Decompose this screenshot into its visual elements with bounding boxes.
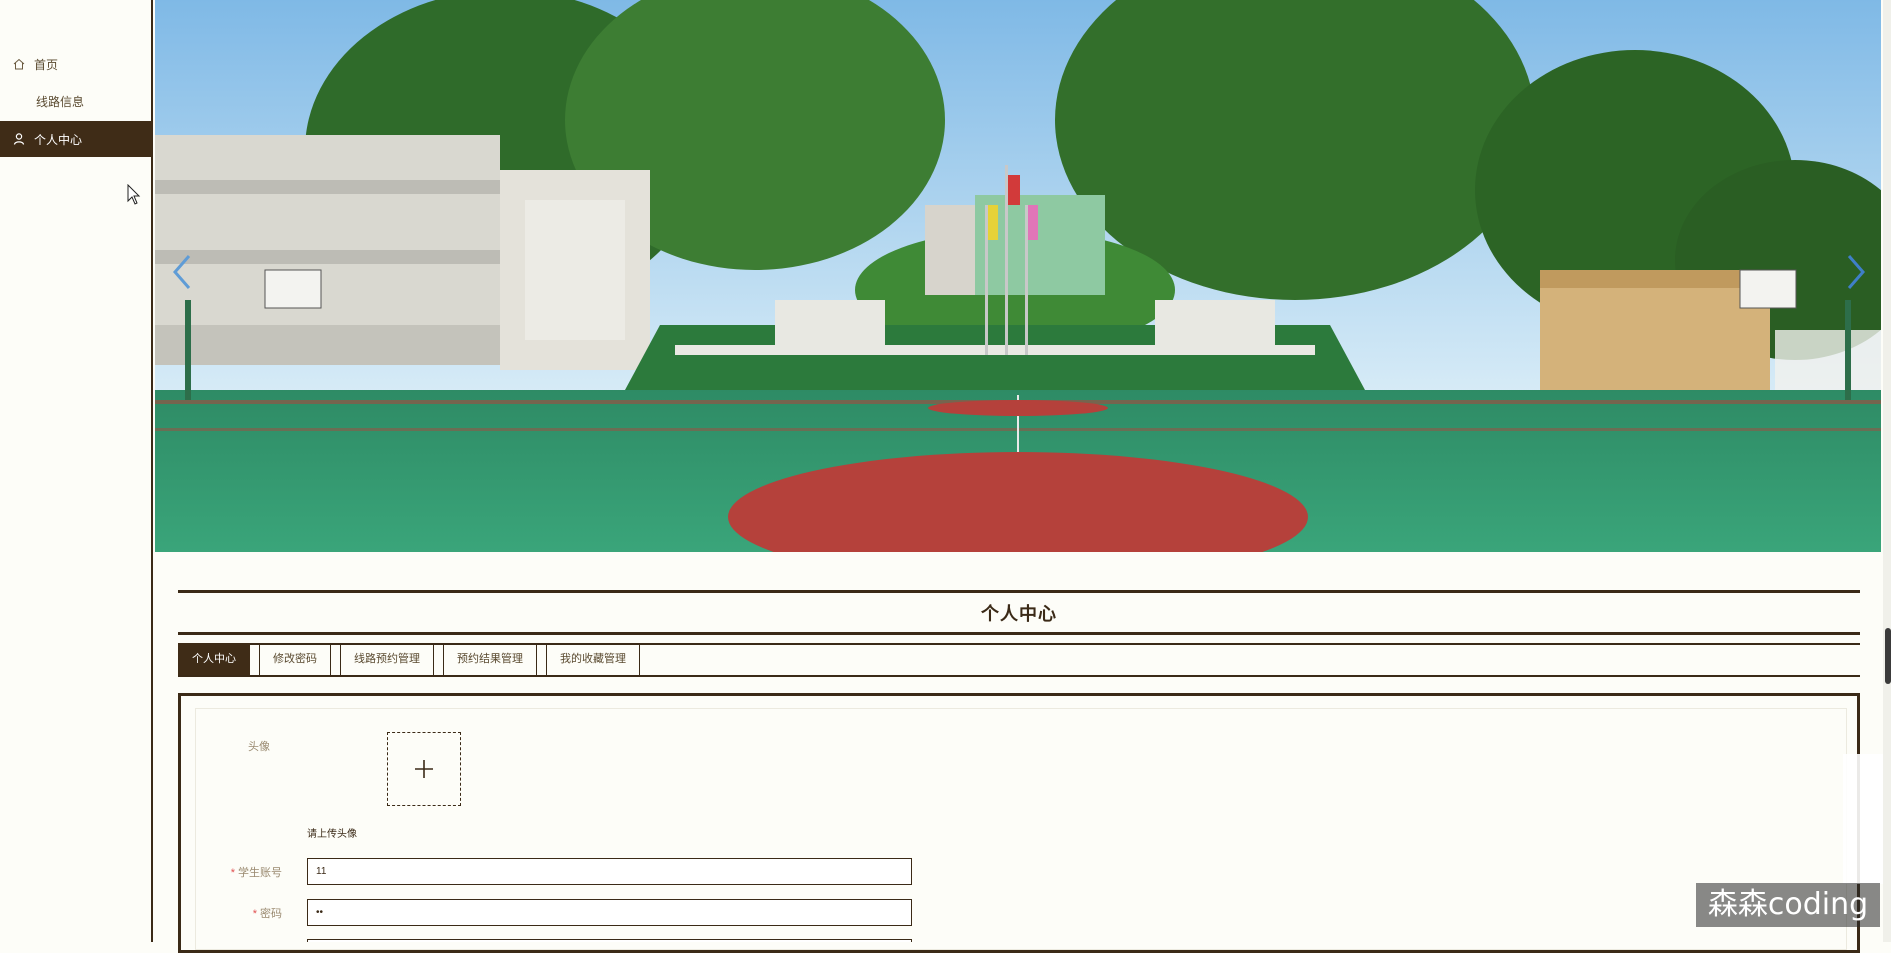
watermark: 森森coding <box>1696 883 1880 927</box>
overlay-panel <box>1843 754 1883 884</box>
plus-icon <box>415 760 433 778</box>
sidebar-item-label: 首页 <box>34 57 59 72</box>
avatar-label: 头像 <box>248 741 270 753</box>
tab-route-booking[interactable]: 线路预约管理 <box>340 643 434 675</box>
password-input[interactable]: •• <box>307 899 912 926</box>
divider <box>178 590 1860 593</box>
tabs-border-bottom <box>178 675 1860 677</box>
avatar-upload-button[interactable] <box>387 732 461 806</box>
account-input[interactable]: 11 <box>307 858 912 885</box>
campus-photo <box>155 0 1881 552</box>
tab-my-favorites[interactable]: 我的收藏管理 <box>546 643 640 675</box>
home-icon <box>13 58 25 70</box>
page-title: 个人中心 <box>981 604 1057 624</box>
required-mark: * <box>252 908 257 920</box>
sidebar-item-home[interactable]: 首页 <box>0 46 152 82</box>
upload-tip: 请上传头像 <box>307 829 357 840</box>
tab-bar: 个人中心 修改密码 线路预约管理 预约结果管理 我的收藏管理 <box>178 643 649 677</box>
tab-booking-results[interactable]: 预约结果管理 <box>443 643 537 675</box>
tab-personal-center[interactable]: 个人中心 <box>178 643 250 675</box>
required-mark: * <box>230 867 235 879</box>
chevron-right-icon[interactable] <box>1841 250 1871 294</box>
banner-carousel[interactable] <box>155 0 1881 552</box>
password-label: * 密码 <box>252 908 282 920</box>
chevron-left-icon[interactable] <box>167 250 197 294</box>
sidebar-item-label: 个人中心 <box>34 132 83 147</box>
tab-change-password[interactable]: 修改密码 <box>259 643 331 675</box>
divider <box>178 632 1860 635</box>
sidebar: 首页 线路信息 个人中心 <box>0 0 153 942</box>
scrollbar-thumb[interactable] <box>1885 628 1891 684</box>
account-label: * 学生账号 <box>230 867 282 879</box>
sidebar-item-label: 线路信息 <box>36 94 85 109</box>
sidebar-item-route-info[interactable]: 线路信息 <box>0 83 152 119</box>
mouse-cursor-icon <box>127 184 141 205</box>
user-icon <box>13 133 25 145</box>
scrollbar-track[interactable] <box>1883 0 1891 942</box>
sidebar-item-personal-center[interactable]: 个人中心 <box>0 121 152 157</box>
